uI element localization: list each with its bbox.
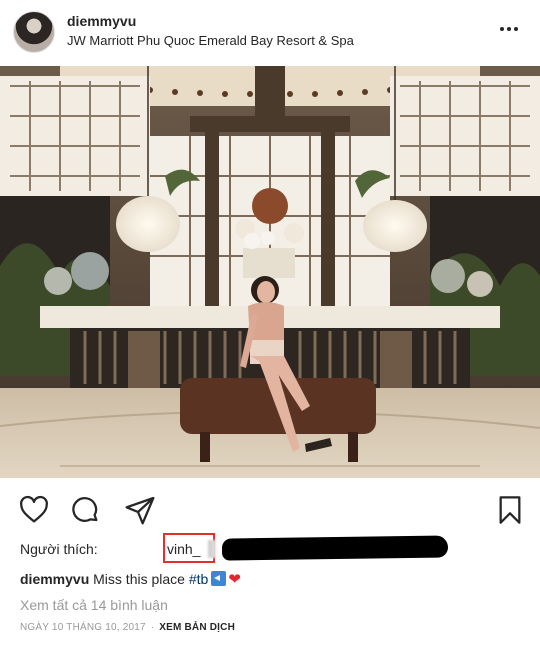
heart-icon[interactable]	[18, 494, 50, 526]
bookmark-icon[interactable]	[494, 494, 526, 526]
likes-label: Người thích:	[20, 541, 98, 557]
view-comments-link[interactable]: Xem tất cả 14 bình luận	[20, 597, 168, 613]
post-date: NGÀY 10 THÁNG 10, 2017	[20, 622, 146, 633]
post-location[interactable]: JW Marriott Phu Quoc Emerald Bay Resort …	[67, 33, 354, 48]
see-translation-link[interactable]: XEM BẢN DỊCH	[159, 622, 235, 633]
post-header: diemmyvu JW Marriott Phu Quoc Emerald Ba…	[0, 0, 540, 62]
caption-text: Miss this place	[93, 571, 185, 587]
post-actions	[0, 490, 540, 530]
share-icon[interactable]	[124, 494, 156, 526]
redaction-mark	[221, 535, 449, 561]
blurred-name	[208, 540, 216, 558]
post-date-row: NGÀY 10 THÁNG 10, 2017 · XEM BẢN DỊCH	[20, 622, 235, 633]
back-arrow-emoji-icon	[211, 571, 227, 586]
red-heart-emoji-icon: ❤	[228, 571, 241, 588]
comment-icon[interactable]	[69, 494, 101, 526]
caption: diemmyvu Miss this place #tb ❤	[20, 570, 241, 588]
post-username[interactable]: diemmyvu	[67, 13, 136, 29]
more-icon[interactable]	[498, 18, 522, 42]
avatar[interactable]	[13, 11, 55, 53]
first-liker[interactable]: vinh_	[167, 541, 200, 557]
post-photo[interactable]	[0, 66, 540, 478]
caption-username[interactable]: diemmyvu	[20, 571, 89, 587]
hashtag-link[interactable]: #tb	[189, 571, 208, 587]
lobby-photo	[0, 66, 540, 478]
separator: ·	[150, 622, 155, 633]
